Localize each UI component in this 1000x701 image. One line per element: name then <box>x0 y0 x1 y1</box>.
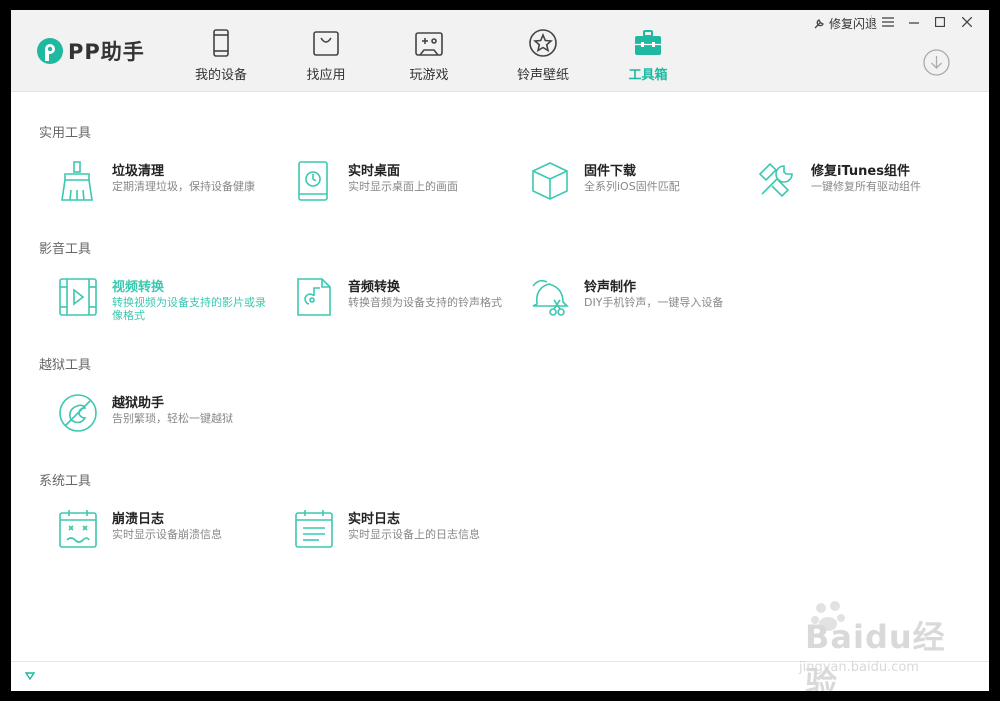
wrench-small-icon <box>814 18 824 28</box>
tool-desc: 一键修复所有驱动组件 <box>811 180 921 193</box>
app-window: PP助手 我的设备 找应用 玩游戏 铃声壁纸 工具箱 修复闪退 实用工具 垃圾清… <box>11 10 989 691</box>
nav-toolbox[interactable]: 工具箱 <box>598 10 698 92</box>
watermark-sub: jingyan.baidu.com <box>799 660 919 675</box>
nav-ringtones[interactable]: 铃声壁纸 <box>493 10 593 92</box>
tool-repair-itunes[interactable]: 修复iTunes组件 一键修复所有驱动组件 <box>756 160 986 212</box>
topbar-divider <box>871 15 872 29</box>
crash-log-icon <box>59 510 97 548</box>
wrench-icon <box>758 162 793 198</box>
gamepad-icon <box>415 32 443 56</box>
tool-name: 实时桌面 <box>348 164 401 179</box>
star-icon <box>529 29 557 57</box>
nav-label: 铃声壁纸 <box>516 68 569 83</box>
minimize-button[interactable] <box>905 13 923 31</box>
nav-label: 找应用 <box>306 68 346 83</box>
tool-junk-clean[interactable]: 垃圾清理 定期清理垃圾，保持设备健康 <box>57 160 287 212</box>
baidu-watermark: Baidu经验 jingyan.baidu.com <box>769 601 969 691</box>
section-title: 影音工具 <box>39 242 92 257</box>
phone-icon <box>213 29 229 57</box>
tool-firmware-download[interactable]: 固件下载 全系列iOS固件匹配 <box>529 160 759 212</box>
tool-crash-log[interactable]: 崩溃日志 实时显示设备崩溃信息 <box>57 508 287 560</box>
logo: PP助手 <box>35 36 145 66</box>
tool-desc: 实时显示设备上的日志信息 <box>348 528 480 541</box>
nav-label: 我的设备 <box>194 68 247 83</box>
download-icon[interactable] <box>923 49 950 76</box>
tool-name: 铃声制作 <box>584 280 637 295</box>
tool-name: 音频转换 <box>348 280 401 295</box>
nav-find-app[interactable]: 找应用 <box>276 10 376 92</box>
broom-icon <box>61 161 93 201</box>
tool-desc: 转换视频为设备支持的影片或录像格式 <box>112 296 266 322</box>
tool-desc: 实时显示桌面上的画面 <box>348 180 458 193</box>
tool-desc: 转换音频为设备支持的铃声格式 <box>348 296 502 309</box>
tool-name: 实时日志 <box>348 512 401 527</box>
toolbox-content: 实用工具 垃圾清理 定期清理垃圾，保持设备健康 实时桌面 实时显示桌面上的画面 … <box>11 93 989 661</box>
nav-my-device[interactable]: 我的设备 <box>171 10 271 92</box>
tool-name: 修复iTunes组件 <box>811 164 910 179</box>
menu-icon <box>882 17 894 27</box>
tool-name: 视频转换 <box>112 280 165 295</box>
section-title: 系统工具 <box>39 474 92 489</box>
watermark-text: Baidu经验 <box>805 618 946 691</box>
cube-icon <box>532 162 568 200</box>
tool-name: 固件下载 <box>584 164 637 179</box>
tool-video-convert[interactable]: 视频转换 转换视频为设备支持的影片或录像格式 <box>57 276 287 328</box>
bag-icon <box>313 31 339 56</box>
tool-desc: 定期清理垃圾，保持设备健康 <box>112 180 255 193</box>
close-icon <box>962 17 972 27</box>
toolbox-icon <box>635 30 661 55</box>
pp-logo-icon <box>37 38 63 64</box>
tool-name: 崩溃日志 <box>112 512 165 527</box>
section-title: 越狱工具 <box>39 358 92 373</box>
close-button[interactable] <box>958 13 976 31</box>
tablet-clock-icon <box>298 161 328 201</box>
tool-live-desktop[interactable]: 实时桌面 实时显示桌面上的画面 <box>293 160 523 212</box>
tool-ringtone-maker[interactable]: 铃声制作 DIY手机铃声，一键导入设备 <box>529 276 759 328</box>
nav-label: 工具箱 <box>628 68 668 83</box>
tool-desc: 实时显示设备崩溃信息 <box>112 528 222 541</box>
tool-desc: DIY手机铃声，一键导入设备 <box>584 296 724 309</box>
repair-crash-button[interactable]: 修复闪退 <box>813 15 877 32</box>
film-icon <box>59 278 97 316</box>
tool-desc: 告别繁琐，轻松一键越狱 <box>112 412 233 425</box>
jailbreak-icon <box>59 394 97 432</box>
tool-audio-convert[interactable]: 音频转换 转换音频为设备支持的铃声格式 <box>293 276 523 328</box>
section-title: 实用工具 <box>39 126 92 141</box>
tool-jailbreak[interactable]: 越狱助手 告别繁琐，轻松一键越狱 <box>57 392 287 444</box>
minimize-icon <box>909 22 919 24</box>
log-icon <box>295 510 333 548</box>
tool-desc: 全系列iOS固件匹配 <box>584 180 680 193</box>
audio-file-icon <box>297 278 331 316</box>
repair-crash-label: 修复闪退 <box>828 17 877 31</box>
maximize-button[interactable] <box>931 13 949 31</box>
tool-name: 垃圾清理 <box>112 164 165 179</box>
bell-scissors-icon <box>532 279 569 316</box>
expand-down-icon[interactable] <box>25 672 35 680</box>
tool-name: 越狱助手 <box>112 396 165 411</box>
maximize-icon <box>935 17 945 27</box>
logo-text: PP助手 <box>68 40 145 64</box>
menu-button[interactable] <box>879 13 897 31</box>
header: PP助手 我的设备 找应用 玩游戏 铃声壁纸 工具箱 修复闪退 <box>11 10 989 92</box>
nav-games[interactable]: 玩游戏 <box>379 10 479 92</box>
tool-live-log[interactable]: 实时日志 实时显示设备上的日志信息 <box>293 508 523 560</box>
nav-label: 玩游戏 <box>409 68 449 83</box>
